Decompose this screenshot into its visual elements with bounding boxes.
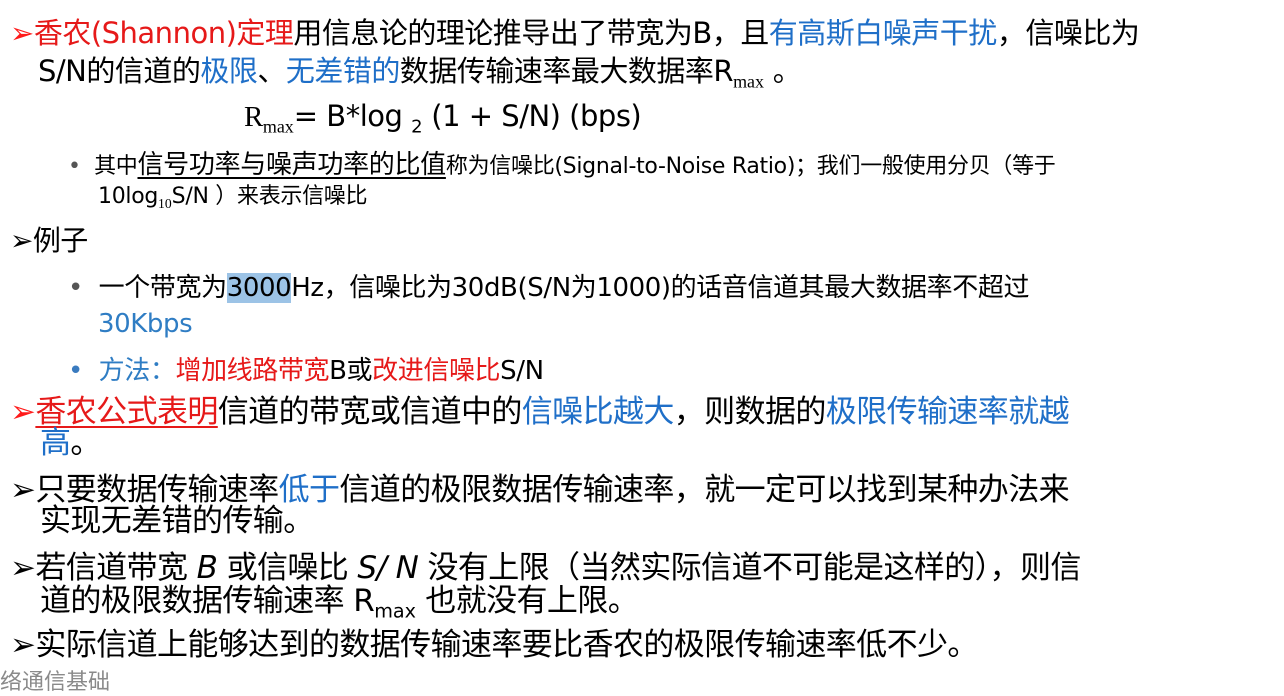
bullet-dot-icon: • <box>68 154 81 179</box>
shannon-formula-conclusion: ➢香农公式表明信道的带宽或信道中的信噪比越大，则数据的极限传输速率就越 <box>10 394 1070 430</box>
bullet-dot-icon: • <box>68 273 83 303</box>
shannon-formula: Rmax= B*log 2 (1 + S/N) (bps) <box>244 99 642 138</box>
example-bullet-line2: 30Kbps <box>98 309 193 339</box>
arrow-bullet-icon: ➢ <box>10 394 36 430</box>
arrow-bullet-icon: ➢ <box>10 627 36 663</box>
error-free-paragraph: ➢只要数据传输速率低于信道的极限数据传输速率，就一定可以找到某种办法来 <box>10 472 1070 508</box>
slide-footer: 络通信基础 <box>0 670 111 695</box>
arrow-bullet-icon: ➢ <box>10 16 34 50</box>
shannon-theorem-paragraph: ➢香农(Shannon)定理用信息论的理论推导出了带宽为B，且有高斯白噪声干扰，… <box>10 16 1140 50</box>
no-upper-limit-paragraph: ➢若信道带宽 B 或信噪比 S/ N 没有上限（当然实际信道不可能是这样的），则… <box>10 550 1081 586</box>
arrow-bullet-icon: ➢ <box>10 224 33 257</box>
arrow-bullet-icon: ➢ <box>10 550 36 586</box>
no-upper-limit-paragraph-line2: 道的极限数据传输速率 Rmax 也就没有上限。 <box>40 583 639 623</box>
example-bullet: • 一个带宽为3000Hz，信噪比为30dB(S/N为1000)的话音信道其最大… <box>68 273 1030 303</box>
method-bullet: • 方法：增加线路带宽B或改进信噪比S/N <box>68 356 544 386</box>
example-heading: ➢例子 <box>10 224 88 257</box>
snr-definition-bullet-line2: 10log10S/N ）来表示信噪比 <box>98 184 368 211</box>
shannon-formula-conclusion-line2: 高。 <box>40 425 101 461</box>
highlighted-text: 3000 <box>226 273 292 303</box>
error-free-paragraph-line2: 实现无差错的传输。 <box>40 503 314 539</box>
practical-rate-paragraph: ➢实际信道上能够达到的数据传输速率要比香农的极限传输速率低不少。 <box>10 627 978 663</box>
bullet-dot-icon: • <box>68 356 83 386</box>
arrow-bullet-icon: ➢ <box>10 472 36 508</box>
snr-definition-bullet: • 其中信号功率与噪声功率的比值称为信噪比(Signal-to-Noise Ra… <box>68 150 1056 180</box>
shannon-theorem-paragraph-line2: S/N的信道的极限、无差错的数据传输速率最大数据率Rmax 。 <box>38 54 802 92</box>
